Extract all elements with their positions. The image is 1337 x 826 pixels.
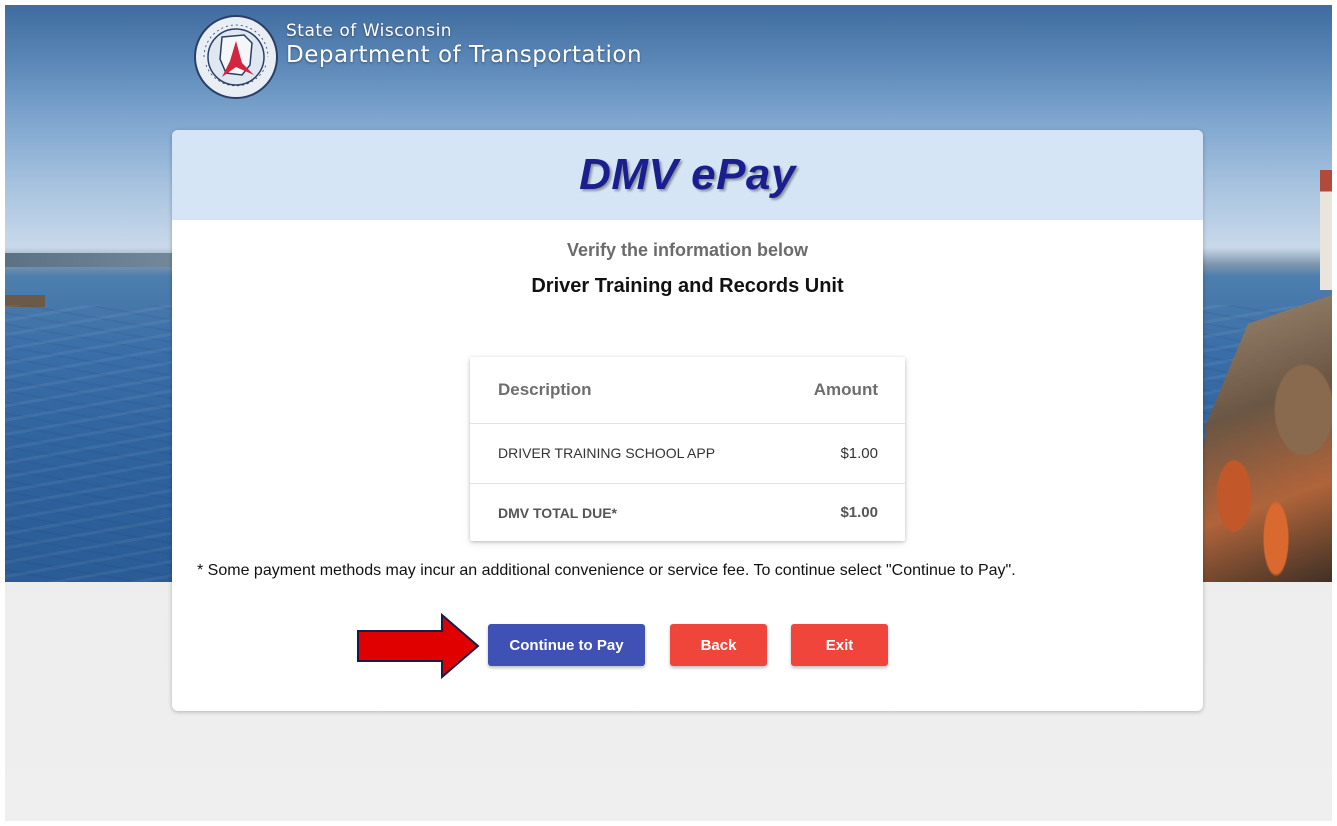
item-description: DRIVER TRAINING SCHOOL APP	[498, 445, 716, 461]
table-row: DRIVER TRAINING SCHOOL APP $1.00	[470, 424, 905, 484]
table-header-row: Description Amount	[470, 357, 905, 424]
fee-table: Description Amount DRIVER TRAINING SCHOO…	[470, 357, 905, 541]
card-header-band: DMV ePay	[172, 130, 1203, 220]
site-branding[interactable]: State of Wisconsin Department of Transpo…	[192, 13, 642, 101]
red-arrow-annotation-icon	[357, 613, 480, 679]
page-title: DMV ePay	[579, 150, 796, 199]
fee-disclaimer: * Some payment methods may incur an addi…	[197, 562, 1016, 579]
continue-to-pay-button[interactable]: Continue to Pay	[488, 624, 645, 666]
state-name: State of Wisconsin	[286, 21, 453, 41]
exit-button[interactable]: Exit	[791, 624, 888, 666]
column-header-description: Description	[498, 380, 592, 399]
total-label: DMV TOTAL DUE*	[498, 504, 618, 521]
branding-text: State of Wisconsin Department of Transpo…	[286, 21, 642, 68]
epay-card: DMV ePay Verify the information below Dr…	[172, 130, 1203, 711]
department-name: Department of Transportation	[286, 42, 643, 68]
column-header-amount: Amount	[813, 380, 878, 399]
background-lighthouse	[1320, 170, 1332, 290]
total-row: DMV TOTAL DUE* $1.00	[470, 484, 905, 541]
item-amount: $1.00	[840, 445, 878, 462]
unit-name: Driver Training and Records Unit	[531, 275, 844, 297]
back-button[interactable]: Back	[670, 624, 767, 666]
verify-instruction: Verify the information below	[566, 240, 809, 260]
page-viewport: State of Wisconsin Department of Transpo…	[5, 5, 1332, 821]
wisconsin-dot-seal-icon	[192, 13, 280, 101]
total-amount: $1.00	[840, 504, 878, 521]
